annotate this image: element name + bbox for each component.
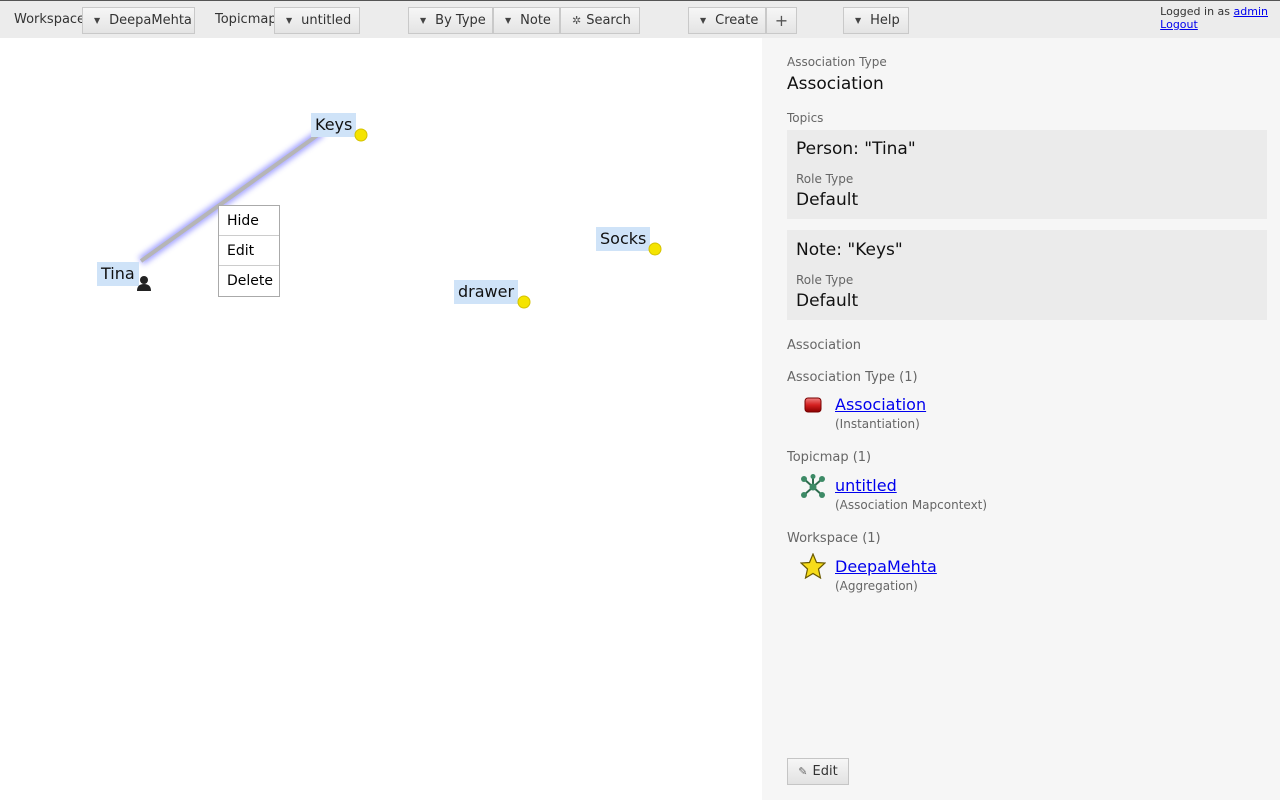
help-button[interactable]: ▼ Help <box>843 7 909 34</box>
chevron-down-icon: ▼ <box>855 16 862 25</box>
toolbar: Workspace ▼ DeepaMehta Topicmap ▼ untitl… <box>0 0 1280 38</box>
topic-keys[interactable]: Keys <box>311 113 357 137</box>
topic-socks[interactable]: Socks <box>596 227 651 251</box>
context-menu-delete[interactable]: Delete <box>219 266 279 296</box>
topicmap-label: Topicmap <box>215 12 277 27</box>
topicmap-icon <box>801 474 825 498</box>
context-menu: Hide Edit Delete <box>218 205 280 297</box>
yellow-dot-icon[interactable] <box>648 242 662 256</box>
by-type-button[interactable]: ▼ By Type <box>408 7 493 34</box>
relation-group-label: Workspace (1) <box>787 531 881 546</box>
login-status: Logged in as admin Logout <box>1160 5 1268 31</box>
context-menu-edit[interactable]: Edit <box>219 236 279 266</box>
role-topic-box: Note: "Keys" Role Type Default <box>787 230 1267 320</box>
chevron-down-icon: ▼ <box>420 16 427 25</box>
role-topic-box: Person: "Tina" Role Type Default <box>787 130 1267 219</box>
create-add-button[interactable]: + <box>766 7 797 34</box>
chevron-down-icon: ▼ <box>505 16 512 25</box>
by-type-label: By Type <box>435 13 486 28</box>
create-button[interactable]: ▼ Create <box>688 7 766 34</box>
edit-button-label: Edit <box>812 764 838 779</box>
search-label: Search <box>586 13 631 28</box>
workspace-select[interactable]: ▼ DeepaMehta <box>82 7 195 34</box>
search-button[interactable]: ✲ Search <box>560 7 640 34</box>
person-icon[interactable] <box>136 275 152 291</box>
topics-label: Topics <box>787 111 824 125</box>
role-topic-title: Note: "Keys" <box>796 240 903 260</box>
workspace-select-value: DeepaMehta <box>109 13 192 28</box>
association-type-value: Association <box>787 74 884 94</box>
logged-in-text: Logged in as <box>1160 5 1231 18</box>
note-label: Note <box>520 13 551 28</box>
context-menu-hide[interactable]: Hide <box>219 206 279 236</box>
pencil-icon: ✎ <box>798 765 808 778</box>
chevron-down-icon: ▼ <box>94 16 101 25</box>
role-type-label: Role Type <box>796 172 854 186</box>
gear-icon: ✲ <box>572 14 582 27</box>
association-type-icon <box>804 397 822 413</box>
role-type-label: Role Type <box>796 273 854 287</box>
topicmap-select[interactable]: ▼ untitled <box>274 7 360 34</box>
relation-group-label: Topicmap (1) <box>787 450 872 465</box>
logout-link[interactable]: Logout <box>1160 18 1198 31</box>
yellow-dot-icon[interactable] <box>354 128 368 142</box>
note-button[interactable]: ▼ Note <box>493 7 560 34</box>
star-icon <box>800 553 826 579</box>
relation-group-label: Association Type (1) <box>787 370 918 385</box>
role-type-value: Default <box>796 291 859 311</box>
topic-tina[interactable]: Tina <box>97 262 139 286</box>
chevron-down-icon: ▼ <box>286 16 293 25</box>
detail-panel: Association Type Association Topics Pers… <box>762 38 1280 800</box>
relation-role: (Association Mapcontext) <box>835 498 988 512</box>
relation-link-association[interactable]: Association <box>835 395 926 414</box>
association-heading: Association <box>787 338 862 353</box>
topicmap-select-value: untitled <box>301 13 352 28</box>
workspace-label: Workspace <box>14 12 86 27</box>
chevron-down-icon: ▼ <box>700 16 707 25</box>
create-label: Create <box>715 13 759 28</box>
role-type-value: Default <box>796 190 859 210</box>
edit-button[interactable]: ✎ Edit <box>787 758 849 785</box>
yellow-dot-icon[interactable] <box>517 295 531 309</box>
association-layer <box>138 128 325 265</box>
relation-role: (Instantiation) <box>835 417 920 431</box>
topicmap-canvas[interactable]: Keys Tina drawer Socks Hide Edit Delete <box>0 38 762 800</box>
association-type-label: Association Type <box>787 55 887 69</box>
relation-link-workspace[interactable]: DeepaMehta <box>835 557 937 576</box>
topic-drawer[interactable]: drawer <box>454 280 519 304</box>
relation-link-topicmap[interactable]: untitled <box>835 476 897 495</box>
relation-role: (Aggregation) <box>835 579 918 593</box>
user-link[interactable]: admin <box>1234 5 1268 18</box>
help-label: Help <box>870 13 900 28</box>
role-topic-title: Person: "Tina" <box>796 139 916 159</box>
